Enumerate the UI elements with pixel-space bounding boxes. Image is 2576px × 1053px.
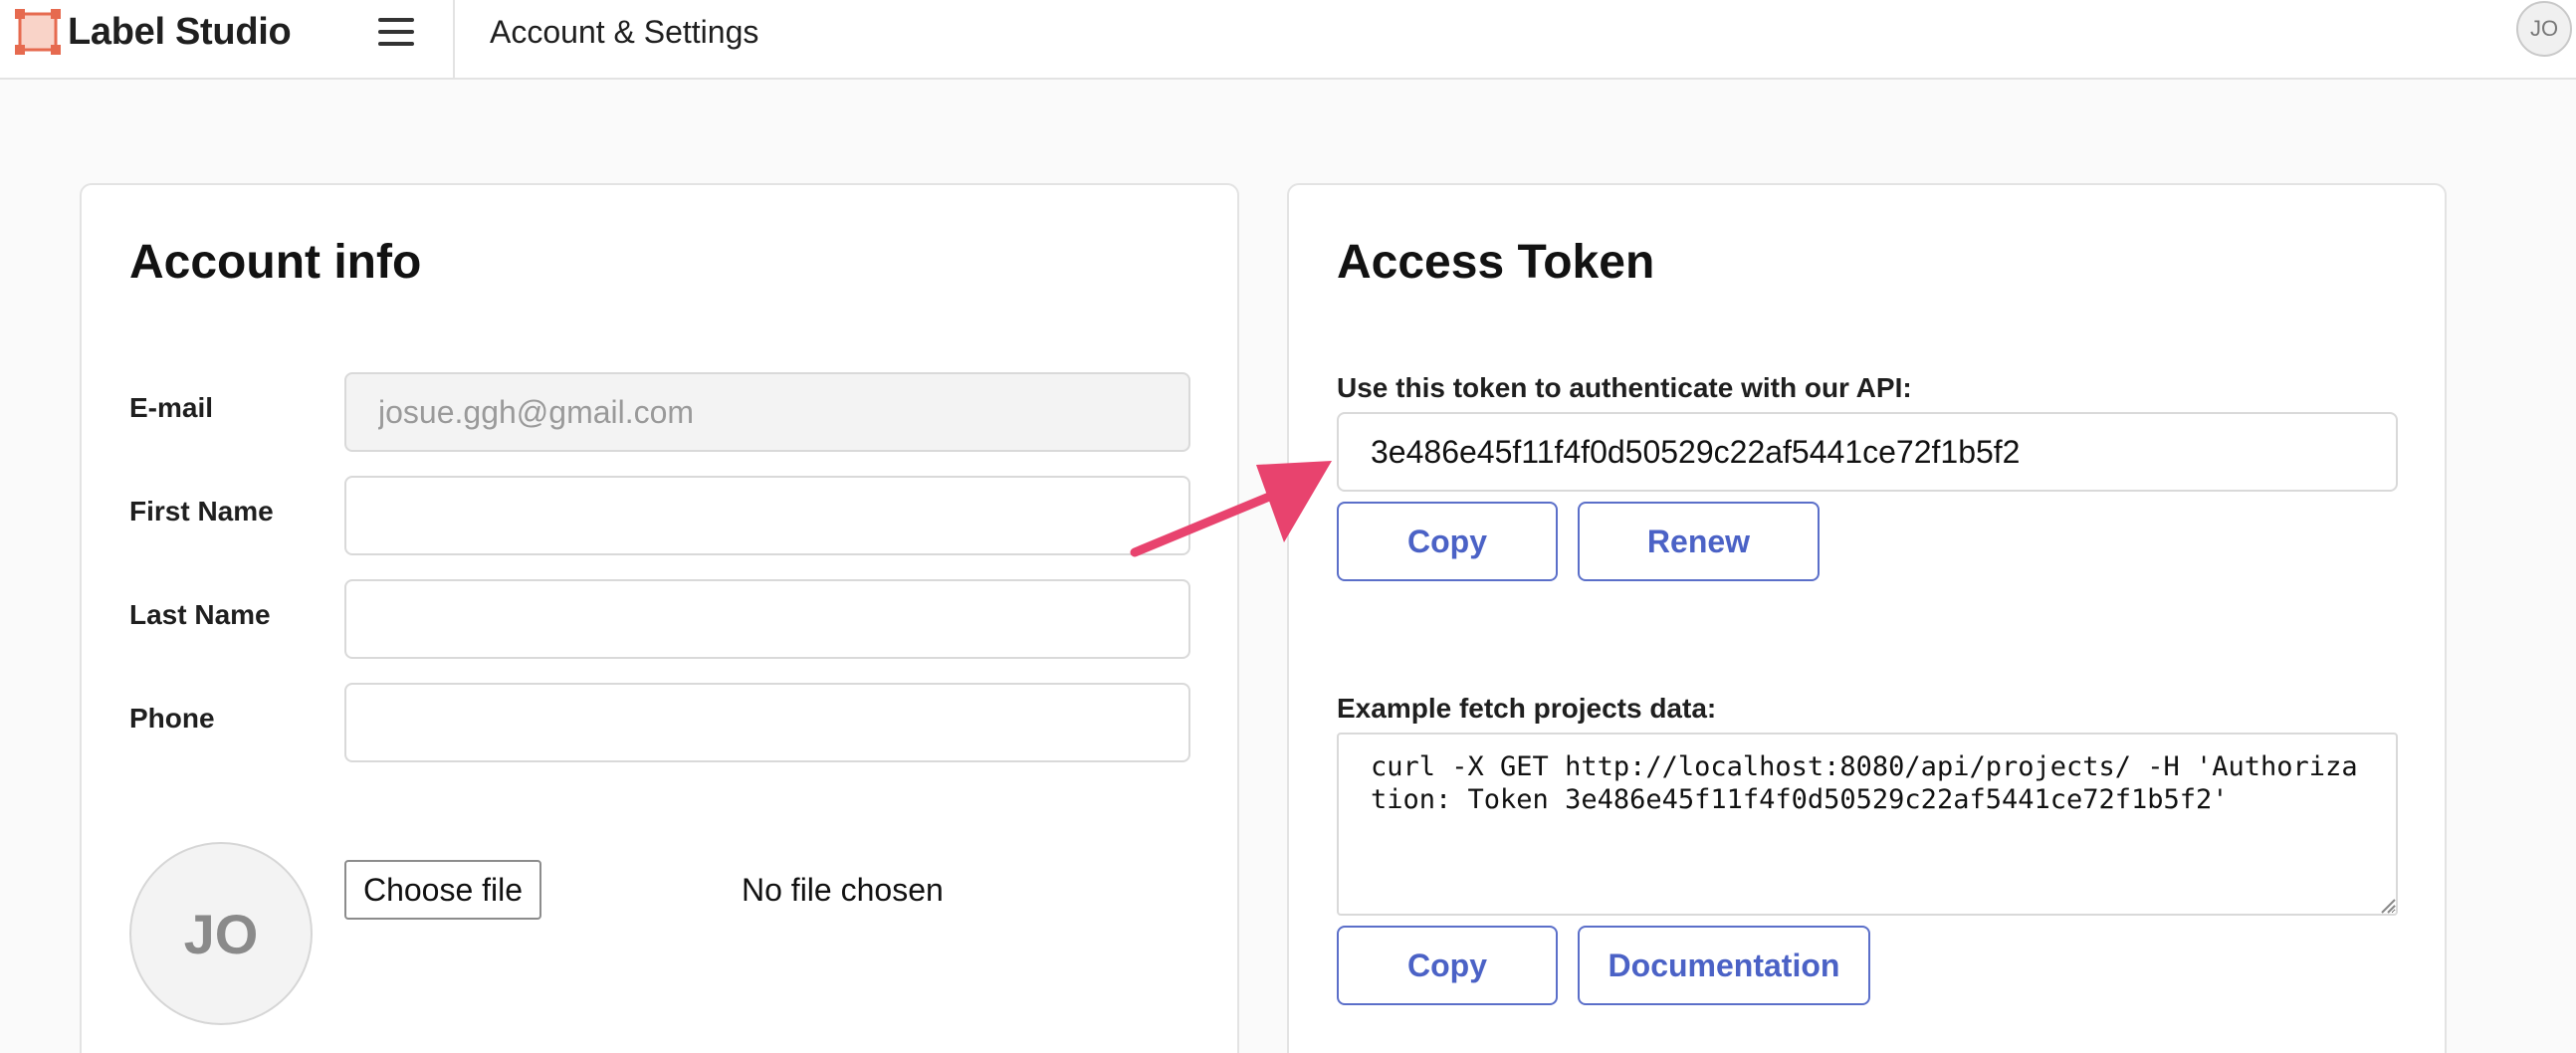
copy-curl-button[interactable]: Copy (1337, 926, 1558, 1005)
first-name-label: First Name (129, 496, 274, 526)
account-info-title: Account info (129, 236, 422, 289)
example-fetch-label: Example fetch projects data: (1337, 693, 1717, 724)
email-field[interactable] (344, 372, 1190, 452)
brand-name[interactable]: Label Studio (68, 10, 292, 54)
pointer-arrow-icon (1130, 461, 1332, 557)
top-header: Label Studio Account & Settings JO (0, 0, 2576, 80)
last-name-label: Last Name (129, 599, 271, 630)
email-label: E-mail (129, 392, 214, 423)
page-title: Account & Settings (490, 14, 759, 50)
access-token-title: Access Token (1337, 236, 1655, 289)
access-token-card: Access Token Use this token to authentic… (1287, 183, 2447, 1053)
choose-file-button[interactable]: Choose file (344, 860, 541, 920)
profile-avatar: JO (129, 842, 313, 1025)
header-divider (453, 0, 455, 78)
label-studio-logo-icon[interactable] (14, 8, 62, 56)
user-avatar[interactable]: JO (2516, 1, 2572, 57)
curl-example-textarea[interactable]: curl -X GET http://localhost:8080/api/pr… (1337, 733, 2398, 916)
last-name-field[interactable] (344, 579, 1190, 659)
hamburger-menu-icon[interactable] (376, 14, 416, 50)
resize-handle-icon[interactable] (2378, 896, 2396, 914)
documentation-button[interactable]: Documentation (1578, 926, 1870, 1005)
copy-token-button[interactable]: Copy (1337, 502, 1558, 581)
phone-field[interactable] (344, 683, 1190, 762)
no-file-chosen-text: No file chosen (742, 872, 944, 908)
first-name-field[interactable] (344, 476, 1190, 555)
token-usage-label: Use this token to authenticate with our … (1337, 372, 1912, 403)
phone-label: Phone (129, 703, 215, 734)
renew-token-button[interactable]: Renew (1578, 502, 1820, 581)
access-token-field[interactable] (1337, 412, 2398, 492)
account-info-card: Account info E-mail First Name Last Name… (80, 183, 1239, 1053)
